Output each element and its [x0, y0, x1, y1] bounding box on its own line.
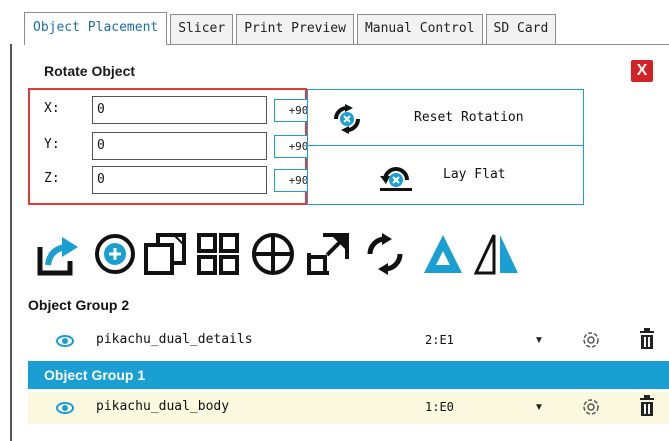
- settings-gear-icon[interactable]: [580, 329, 602, 351]
- rotation-y-input[interactable]: 0: [92, 132, 267, 160]
- axis-label-x: X:: [44, 101, 60, 116]
- visibility-eye-icon[interactable]: [56, 401, 74, 415]
- object-row-pikachu-dual-details[interactable]: pikachu_dual_details 2:E1 ▼: [28, 325, 669, 357]
- axis-label-z: Z:: [44, 171, 60, 186]
- rotate-icon[interactable]: [362, 231, 408, 277]
- axis-label-y: Y:: [44, 137, 60, 152]
- tab-manual-control[interactable]: Manual Control: [356, 14, 483, 44]
- export-icon[interactable]: [36, 231, 82, 277]
- delete-trash-icon[interactable]: [637, 395, 657, 417]
- scale-icon[interactable]: [305, 231, 351, 277]
- tab-print-preview[interactable]: Print Preview: [236, 14, 354, 44]
- object-name: pikachu_dual_details: [96, 332, 253, 347]
- close-rotate-button[interactable]: X: [631, 60, 653, 82]
- reset-rotation-button[interactable]: Reset Rotation: [307, 89, 584, 146]
- chevron-down-icon[interactable]: ▼: [534, 335, 544, 346]
- object-row-pikachu-dual-body[interactable]: pikachu_dual_body 1:E0 ▼: [28, 392, 669, 424]
- rotation-row-z: Z: 0 +90: [30, 166, 323, 194]
- extruder-select[interactable]: 1:E0: [425, 400, 454, 414]
- rotation-x-input[interactable]: 0: [92, 96, 267, 124]
- object-group-1-label: Object Group 1: [44, 367, 146, 383]
- delete-trash-icon[interactable]: [637, 328, 657, 350]
- chevron-down-icon[interactable]: ▼: [534, 402, 544, 413]
- object-group-1-header[interactable]: Object Group 1: [28, 361, 669, 389]
- rotation-row-x: X: 0 +90: [30, 96, 323, 124]
- rotation-z-input[interactable]: 0: [92, 166, 267, 194]
- mirror-icon[interactable]: [420, 231, 466, 277]
- copy-icon[interactable]: [142, 231, 188, 277]
- object-group-2-header[interactable]: Object Group 2: [28, 297, 129, 313]
- lay-flat-button[interactable]: Lay Flat: [307, 145, 584, 205]
- tab-object-placement[interactable]: Object Placement: [24, 12, 168, 45]
- visibility-eye-icon[interactable]: [56, 334, 74, 348]
- arrange-icon[interactable]: [195, 231, 241, 277]
- lay-flat-icon: [380, 167, 412, 191]
- rotation-row-y: Y: 0 +90: [30, 132, 323, 160]
- tab-slicer[interactable]: Slicer: [170, 14, 234, 44]
- center-icon[interactable]: [250, 231, 296, 277]
- extruder-select[interactable]: 2:E1: [425, 333, 454, 347]
- panel-left-border: [10, 44, 12, 441]
- rotate-object-title: Rotate Object: [44, 63, 136, 79]
- rotation-inputs: X: 0 +90 Y: 0 +90 Z: 0 +90: [28, 88, 323, 205]
- reset-rotation-icon: [334, 104, 360, 134]
- settings-gear-icon[interactable]: [580, 396, 602, 418]
- tab-bar: Object Placement Slicer Print Preview Ma…: [24, 12, 557, 45]
- object-name: pikachu_dual_body: [96, 399, 230, 414]
- add-icon[interactable]: [92, 231, 138, 277]
- split-icon[interactable]: [474, 231, 520, 277]
- reset-rotation-label: Reset Rotation: [414, 110, 524, 125]
- lay-flat-label: Lay Flat: [443, 167, 506, 182]
- tab-sd-card[interactable]: SD Card: [485, 14, 557, 44]
